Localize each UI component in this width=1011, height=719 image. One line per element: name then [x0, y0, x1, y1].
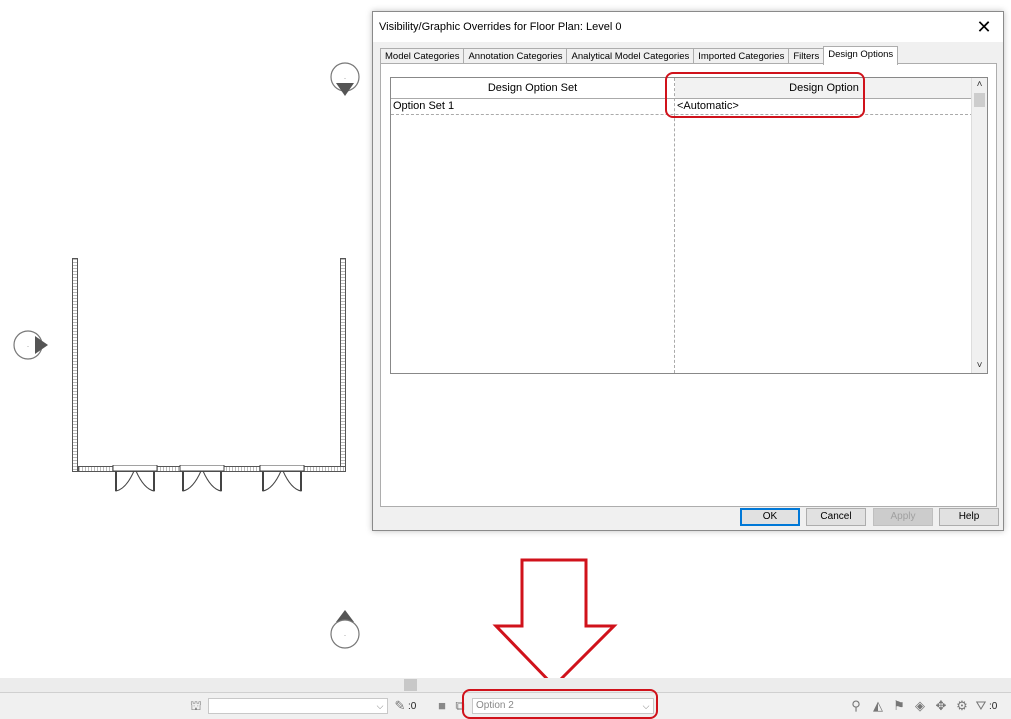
background-process-icon[interactable]: ⚙	[954, 698, 970, 714]
highlight-design-option-dropdown	[462, 689, 658, 719]
scroll-up-icon[interactable]: ˄	[972, 78, 987, 92]
svg-text:-: -	[27, 344, 29, 350]
elevation-marker-icon[interactable]: -	[328, 60, 362, 104]
door-icon[interactable]	[259, 465, 305, 493]
scroll-thumb[interactable]	[974, 93, 985, 107]
drag-elements-icon[interactable]: ✥	[933, 698, 949, 714]
design-options-panel: Design Option Set Design Option Option S…	[380, 63, 997, 507]
worksets-icon[interactable]: ⛫	[188, 698, 204, 714]
svg-text:-: -	[344, 76, 346, 82]
highlight-design-option-column	[665, 72, 865, 118]
door-icon[interactable]	[179, 465, 225, 493]
select-links-icon[interactable]: ⚲	[848, 698, 864, 714]
door-icon[interactable]	[112, 465, 158, 493]
ok-button[interactable]: OK	[740, 508, 800, 526]
wall-right[interactable]	[340, 258, 346, 472]
wall-left[interactable]	[72, 258, 78, 472]
tab-design-options[interactable]: Design Options	[823, 46, 899, 65]
close-icon[interactable]: ✕	[973, 16, 995, 38]
editable-count: :0	[408, 701, 417, 712]
filter-icon[interactable]: ⛛	[973, 698, 989, 714]
apply-button[interactable]: Apply	[873, 508, 933, 526]
elevation-marker-icon[interactable]: -	[328, 604, 362, 652]
column-divider	[674, 78, 675, 373]
workset-dropdown[interactable]	[208, 698, 388, 714]
dialog-title: Visibility/Graphic Overrides for Floor P…	[379, 21, 622, 33]
column-header-design-option-set[interactable]: Design Option Set	[391, 78, 674, 98]
tab-strip: Model Categories Annotation Categories A…	[380, 46, 899, 65]
svg-text:-: -	[344, 633, 346, 639]
help-button[interactable]: Help	[939, 508, 999, 526]
dialog-titlebar[interactable]: Visibility/Graphic Overrides for Floor P…	[373, 12, 1003, 42]
grid-scrollbar[interactable]: ˄ ˅	[971, 78, 987, 373]
select-by-face-icon[interactable]: ◈	[912, 698, 928, 714]
filter-count: :0	[989, 701, 998, 712]
annotation-arrow-icon	[492, 558, 618, 689]
scroll-down-icon[interactable]: ˅	[972, 359, 987, 373]
design-options-grid: Design Option Set Design Option Option S…	[390, 77, 988, 374]
cell-design-option-set[interactable]: Option Set 1	[391, 98, 674, 114]
chevron-down-icon[interactable]: ⌵	[372, 698, 388, 714]
scroll-thumb[interactable]	[404, 679, 417, 691]
elevation-marker-icon[interactable]: -	[8, 328, 56, 362]
editable-only-icon[interactable]: ✎	[392, 698, 408, 714]
select-underlay-icon[interactable]: ◭	[870, 698, 886, 714]
main-model-icon[interactable]: ■	[434, 698, 450, 714]
cancel-button[interactable]: Cancel	[806, 508, 866, 526]
select-pinned-icon[interactable]: ⚑	[891, 698, 907, 714]
